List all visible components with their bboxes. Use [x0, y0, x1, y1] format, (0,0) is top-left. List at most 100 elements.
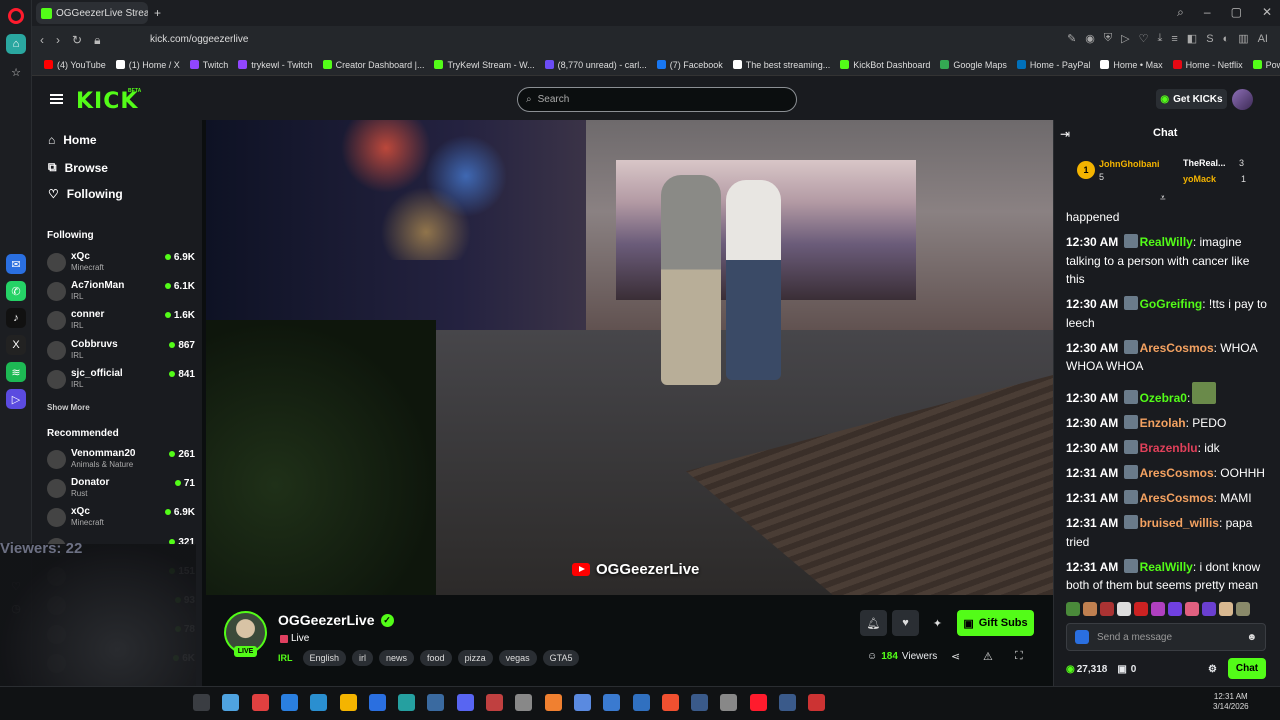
taskbar-app-icon[interactable]	[339, 694, 357, 711]
channel-item[interactable]: Donator Rust 71	[47, 477, 195, 503]
category-link[interactable]: IRL	[278, 653, 293, 663]
gift-box-icon[interactable]: ▣	[1117, 664, 1126, 675]
x-icon[interactable]: X	[6, 335, 26, 355]
extension-s-icon[interactable]: S	[1206, 33, 1213, 45]
system-clock[interactable]: 12:31 AM 3/14/2026	[1213, 692, 1249, 712]
chat-send-button[interactable]: Chat	[1228, 658, 1266, 679]
taskbar-app-icon[interactable]	[280, 694, 298, 711]
top-gifter-name[interactable]: yoMack	[1183, 174, 1216, 184]
ai-icon[interactable]: AI	[1258, 33, 1268, 45]
bookmark-item[interactable]: (1) Home / X	[115, 60, 180, 70]
chat-username[interactable]: RealWilly	[1140, 560, 1193, 574]
whatsapp-icon[interactable]: ✆	[6, 281, 26, 301]
stream-tag[interactable]: irl	[352, 650, 374, 666]
stream-tag[interactable]: English	[302, 650, 347, 666]
taskbar-app-icon[interactable]	[661, 694, 679, 711]
emote-icon[interactable]	[1219, 602, 1233, 616]
get-kicks-button[interactable]: ◉ Get KICKs	[1156, 89, 1227, 109]
taskbar-app-icon[interactable]	[808, 694, 826, 711]
chat-username[interactable]: Brazenblu	[1140, 441, 1198, 455]
chat-username[interactable]: RealWilly	[1140, 235, 1193, 249]
bookmark-item[interactable]: Twitch	[189, 60, 228, 70]
top-gifter-name[interactable]: TheReal...	[1183, 158, 1226, 168]
chat-username[interactable]: bruised_willis	[1140, 516, 1219, 530]
taskbar-app-icon[interactable]	[368, 694, 386, 711]
channel-item[interactable]: xQc Minecraft 6.9K	[47, 506, 195, 532]
sparkle-icon[interactable]: ✦	[924, 610, 951, 636]
extension-icon[interactable]: ◐	[1223, 33, 1230, 45]
taskbar-app-icon[interactable]	[222, 694, 240, 711]
collapse-chat-icon[interactable]: ⇥	[1060, 127, 1070, 141]
forward-icon[interactable]: ›	[56, 33, 60, 47]
channel-item[interactable]: Ac7ionMan IRL 6.1K	[47, 280, 195, 306]
taskbar-app-icon[interactable]	[779, 694, 796, 711]
taskbar-app-icon[interactable]	[720, 694, 738, 711]
taskbar-app-icon[interactable]	[193, 694, 210, 711]
messenger-icon[interactable]: ✉	[6, 254, 26, 274]
tiktok-icon[interactable]: ♪	[6, 308, 26, 328]
taskbar-app-icon[interactable]	[544, 694, 562, 711]
spotify-icon[interactable]: ≋	[6, 362, 26, 382]
taskbar-app-icon[interactable]	[310, 694, 328, 711]
new-tab-icon[interactable]: +	[154, 6, 161, 20]
emoji-picker-icon[interactable]: ☻	[1246, 632, 1257, 643]
chat-username[interactable]: Enzolah	[1140, 416, 1186, 430]
top-gifter-name[interactable]: JohnGholbani	[1099, 159, 1160, 169]
emote-icon[interactable]	[1134, 602, 1148, 616]
chat-username[interactable]: AresCosmos	[1140, 491, 1214, 505]
browser-tab[interactable]: OGGeezerLive Stream ✕	[36, 2, 148, 24]
theater-mode-icon[interactable]: ⛶	[1015, 650, 1023, 663]
emote-icon[interactable]	[1168, 602, 1182, 616]
taskbar-app-icon[interactable]	[573, 694, 591, 711]
channel-item[interactable]: conner IRL 1.6K	[47, 309, 195, 335]
star-icon[interactable]: ☆	[6, 62, 26, 82]
channel-item[interactable]: Cobbruvs IRL 867	[47, 339, 195, 365]
hamburger-menu-icon[interactable]	[50, 94, 63, 104]
edit-icon[interactable]: ✎	[1067, 32, 1076, 45]
bookmark-item[interactable]: The best streaming...	[732, 60, 830, 70]
streamer-name[interactable]: OGGeezerLive ✓	[278, 612, 394, 628]
bookmark-item[interactable]: Powerchat	[1252, 60, 1280, 70]
taskbar-app-icon[interactable]	[749, 694, 767, 711]
bookmark-item[interactable]: TryKewl Stream - W...	[434, 60, 535, 70]
bookmark-item[interactable]: trykewl - Twitch	[238, 60, 313, 70]
channel-item[interactable]: sjc_official IRL 841	[47, 368, 195, 394]
nav-home[interactable]: ⌂ Home	[48, 133, 97, 147]
menu-icon[interactable]: ≡	[1171, 33, 1177, 45]
bookmark-item[interactable]: (4) YouTube	[44, 60, 106, 70]
maximize-icon[interactable]: ▢	[1231, 5, 1242, 20]
chat-username[interactable]: AresCosmos	[1140, 466, 1214, 480]
chat-settings-icon[interactable]: ⚙	[1208, 664, 1217, 675]
gift-subs-button[interactable]: ▣ Gift Subs	[957, 610, 1034, 636]
bookmark-item[interactable]: (8,770 unread) - carl...	[544, 60, 647, 70]
emote-icon[interactable]	[1202, 602, 1216, 616]
search-input[interactable]: ⌕ Search	[517, 87, 797, 112]
taskbar-app-icon[interactable]	[691, 694, 709, 711]
heart-icon[interactable]: ♡	[1139, 32, 1149, 45]
taskbar-app-icon[interactable]	[251, 694, 269, 711]
player-icon[interactable]: ▷	[6, 389, 26, 409]
chat-identity-icon[interactable]	[1075, 630, 1089, 644]
share-icon[interactable]: ⋖	[951, 650, 960, 663]
taskbar-app-icon[interactable]	[603, 694, 621, 711]
back-icon[interactable]: ‹	[40, 33, 44, 47]
emote-icon[interactable]	[1117, 602, 1131, 616]
search-tabs-icon[interactable]: ⌕	[1177, 5, 1184, 20]
minimize-icon[interactable]: –	[1204, 5, 1211, 20]
taskbar-app-icon[interactable]	[456, 694, 474, 711]
bookmark-item[interactable]: Home - PayPal	[1016, 60, 1090, 70]
video-player[interactable]	[206, 120, 1053, 595]
profile-icon[interactable]: ◧	[1187, 32, 1197, 45]
camera-icon[interactable]: ◉	[1085, 32, 1095, 45]
opera-logo-icon[interactable]	[8, 8, 24, 24]
stream-tag[interactable]: pizza	[457, 650, 493, 666]
report-icon[interactable]: ⚠	[983, 650, 993, 663]
emote-icon[interactable]	[1151, 602, 1165, 616]
bookmark-item[interactable]: KickBot Dashboard	[840, 60, 930, 70]
chat-username[interactable]: GoGreifing	[1140, 297, 1203, 311]
send-message-input[interactable]: Send a message ☻	[1066, 623, 1266, 651]
stream-tag[interactable]: news	[379, 650, 415, 666]
bookmark-item[interactable]: Home - Netflix	[1172, 60, 1243, 70]
bookmark-item[interactable]: Creator Dashboard |...	[322, 60, 424, 70]
taskbar-app-icon[interactable]	[398, 694, 416, 711]
